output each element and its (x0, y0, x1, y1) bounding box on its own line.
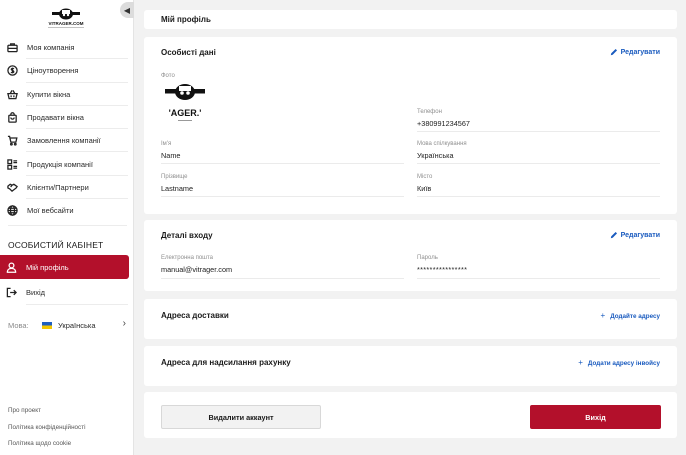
footer-link-cookies[interactable]: Політика щодо cookie (8, 436, 85, 453)
divider (417, 131, 660, 132)
photo-label: Фото (161, 73, 175, 79)
email-value: manual@vitrager.com (161, 265, 233, 274)
page-title: Мій профіль (161, 15, 211, 24)
communication-language-label: Мова спілкування (417, 141, 467, 147)
sidebar-divider (8, 225, 127, 226)
sidebar-item-label: Моя компанія (27, 43, 75, 53)
sidebar-item-clients-partners[interactable]: Клієнти/Партнери (0, 176, 134, 200)
personal-data-panel: Особисті дані Редагувати Фото 'AGER.' Те… (144, 37, 677, 214)
edit-personal-data-link[interactable]: Редагувати (610, 48, 660, 56)
sidebar-item-label: Вихід (26, 287, 45, 297)
sidebar-item-label: Продукція компанії (27, 159, 93, 169)
communication-language-value: Українська (417, 151, 454, 160)
sidebar-item-pricing[interactable]: Ціноутворення (0, 59, 134, 83)
phone-label: Телефон (417, 109, 442, 115)
sidebar-item-label: Клієнти/Партнери (27, 182, 89, 192)
divider (417, 163, 660, 164)
add-label: Додати адресу інвойсу (587, 360, 660, 367)
sidebar-item-my-company[interactable]: Моя компанія (0, 36, 134, 60)
ukraine-flag-icon (42, 321, 52, 329)
city-value: Київ (417, 184, 432, 193)
divider (161, 196, 404, 197)
sidebar-item-company-orders[interactable]: Замовлення компанії (0, 129, 134, 153)
divider (161, 278, 404, 279)
login-details-title: Деталі входу (161, 231, 213, 240)
vitrager-logo[interactable]: VITRAGER.COM (38, 6, 94, 32)
sidebar-item-label: Мій профіль (26, 262, 69, 272)
name-label: Ім'я (161, 141, 172, 147)
sidebar-nav: Моя компанія Ціноутворення Купити вікна … (0, 36, 134, 222)
sidebar-item-label: Мої вебсайти (27, 206, 74, 216)
collapse-sidebar-button[interactable]: ◀ (120, 2, 134, 18)
login-details-panel: Деталі входу Редагувати Електронна пошта… (144, 220, 677, 291)
password-label: Пароль (417, 255, 438, 261)
shopping-bag-icon (6, 112, 18, 124)
logo-text: VITRAGER.COM (48, 21, 83, 26)
basket-icon (6, 88, 18, 100)
edit-login-details-link[interactable]: Редагувати (610, 231, 660, 239)
delivery-address-panel: Адреса доставки + Додайте адресу (144, 299, 677, 339)
sidebar-item-label: Купити вікна (27, 89, 71, 99)
personal-data-title: Особисті дані (161, 48, 216, 57)
divider (161, 163, 404, 164)
exit-button[interactable]: Вихід (530, 405, 661, 429)
chevron-left-icon: ◀ (123, 5, 131, 15)
pencil-icon (610, 48, 617, 56)
pencil-icon (610, 231, 617, 239)
photo-logo-text: 'AGER.' (169, 108, 202, 118)
footer-link-privacy[interactable]: Політика конфіденційності (8, 420, 85, 437)
surname-value: Lastname (161, 184, 194, 193)
invoice-address-panel: Адреса для надсилання рахунку + Додати ад… (144, 346, 677, 386)
language-selector[interactable]: Мова: Українська › (8, 318, 130, 332)
add-label: Додайте адресу (610, 313, 660, 320)
delivery-address-title: Адреса доставки (161, 311, 229, 320)
cart-icon (6, 135, 18, 147)
name-value: Name (161, 151, 181, 160)
sidebar-item-label: Замовлення компанії (27, 136, 101, 146)
phone-value: +380991234567 (417, 119, 470, 128)
footer-link-about[interactable]: Про проект (8, 403, 85, 420)
delete-account-button[interactable]: Видалити аккаунт (161, 405, 321, 429)
edit-label: Редагувати (620, 48, 660, 56)
edit-label: Редагувати (620, 231, 660, 239)
sidebar-item-company-products[interactable]: Продукція компанії (0, 152, 134, 177)
divider (417, 278, 660, 279)
language-label: Мова: (8, 320, 29, 330)
profile-photo[interactable]: 'AGER.' (161, 83, 209, 127)
sidebar-item-my-profile[interactable]: Мій профіль (0, 255, 129, 279)
page-title-panel: Мій профіль (144, 10, 677, 29)
surname-label: Прізвище (161, 174, 188, 180)
user-icon (6, 261, 17, 273)
sidebar-item-label: Ціноутворення (27, 66, 79, 76)
sidebar: VITRAGER.COM ◀ Моя компанія Ціноутворенн… (0, 0, 134, 455)
handshake-icon (6, 181, 18, 193)
briefcase-icon (6, 42, 18, 54)
password-value: **************** (417, 265, 468, 274)
add-delivery-address-link[interactable]: + Додайте адресу (601, 311, 660, 320)
sidebar-item-buy-windows[interactable]: Купити вікна (0, 83, 134, 107)
email-label: Електронна пошта (161, 255, 214, 261)
footer-links: Про проект Політика конфіденційності Пол… (8, 403, 85, 453)
plus-icon: + (600, 311, 606, 320)
invoice-address-title: Адреса для надсилання рахунку (161, 358, 291, 367)
catalog-icon (6, 158, 18, 170)
sidebar-item-my-websites[interactable]: Мої вебсайти (0, 199, 134, 222)
language-value: Українська (58, 320, 96, 330)
chevron-right-icon: › (122, 318, 126, 329)
sidebar-item-sell-windows[interactable]: Продавати вікна (0, 106, 134, 130)
sidebar-item-label: Продавати вікна (27, 113, 84, 123)
sidebar-item-logout[interactable]: Вихід (0, 281, 134, 305)
city-label: Місто (417, 174, 433, 180)
dollar-icon (6, 65, 18, 77)
plus-icon: + (578, 358, 583, 367)
personal-cabinet-heading: ОСОБИСТИЙ КАБІНЕТ (8, 240, 104, 250)
globe-icon (6, 205, 18, 217)
divider (417, 196, 660, 197)
account-actions-panel: Видалити аккаунт Вихід (144, 392, 677, 438)
logout-icon (6, 287, 17, 297)
add-invoice-address-link[interactable]: + Додати адресу інвойсу (578, 358, 660, 367)
